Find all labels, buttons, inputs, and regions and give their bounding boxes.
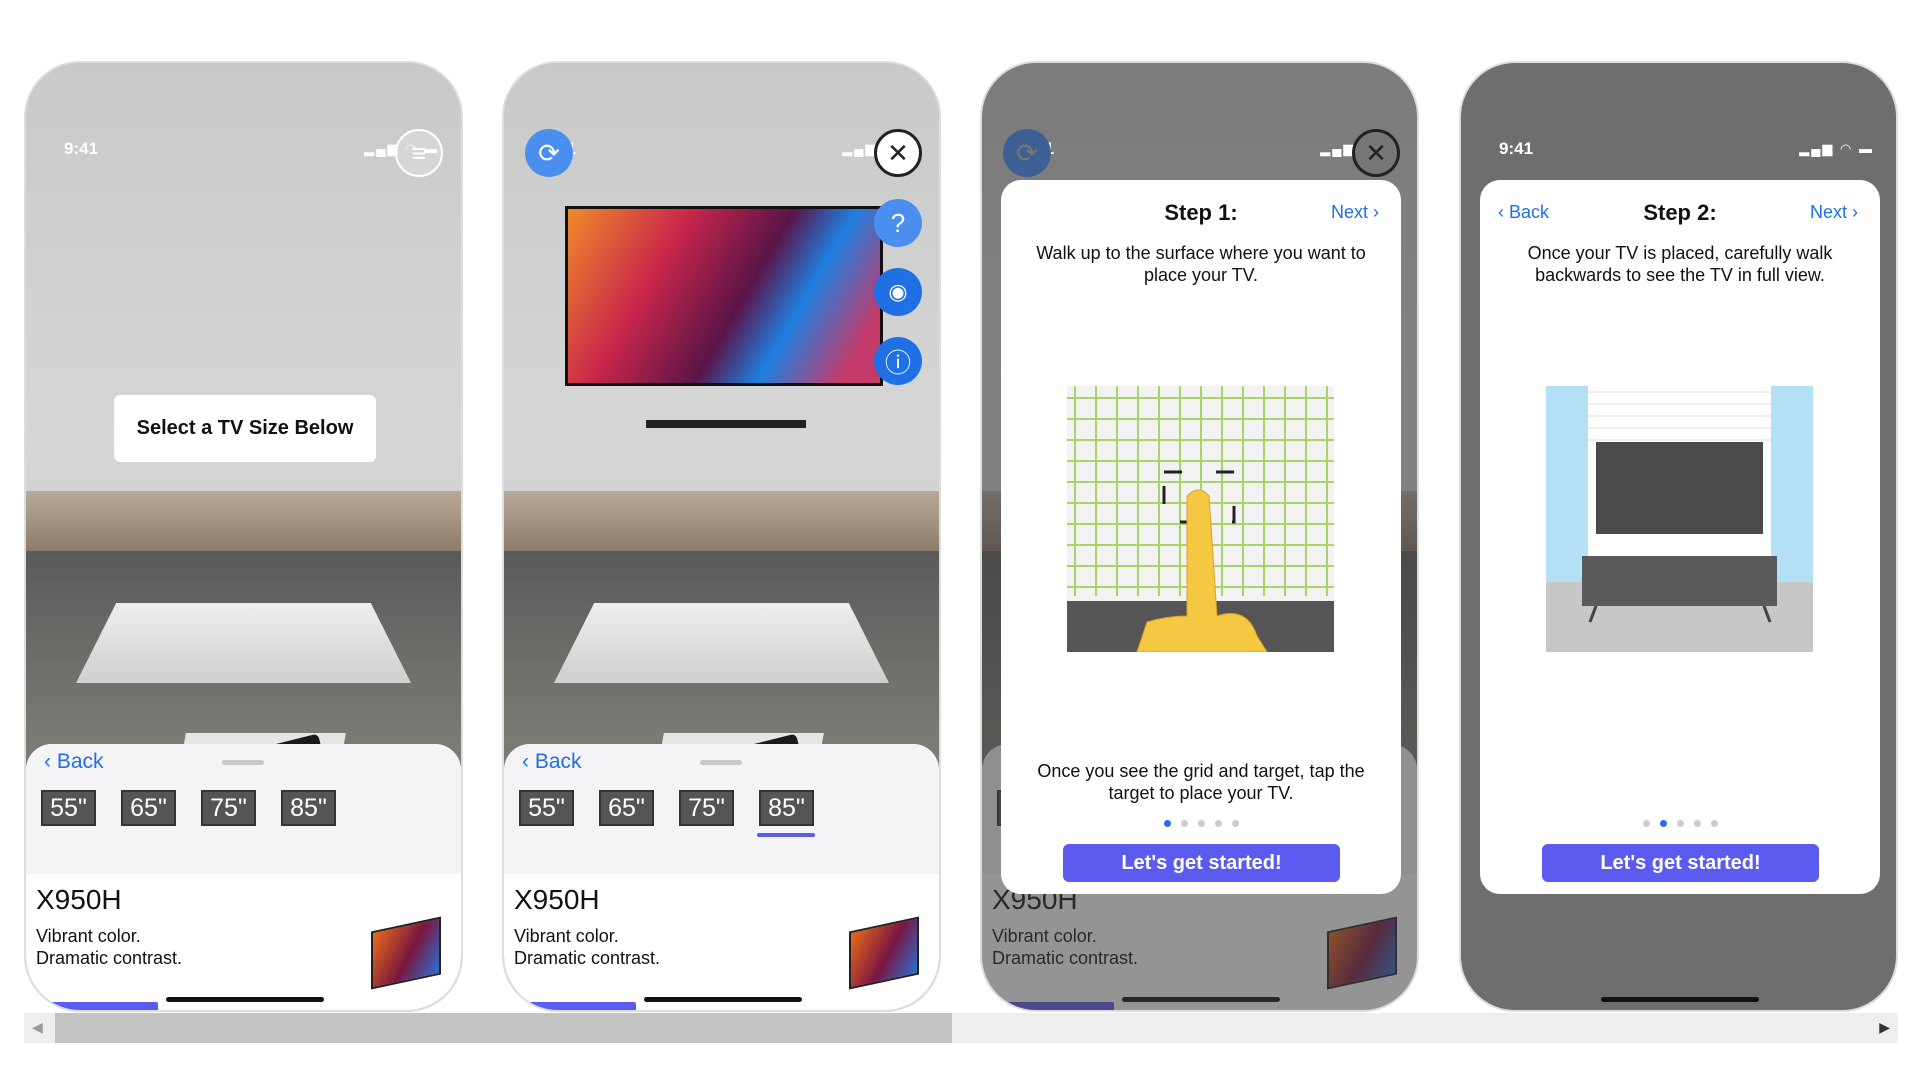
camera-icon[interactable]: ◉ [874,268,922,316]
virtual-tv[interactable] [565,206,883,386]
size-button-65[interactable]: 65" [121,790,176,826]
screen-tv-placed: 9:41▂▄▆ ◠ ▬ ⟳ ✕ ? ◉ ⓘ ‹ Back 55"65"75"85… [502,61,941,1012]
tagline-1: Vibrant color. [36,926,141,946]
size-button-85[interactable]: 85" [281,790,336,826]
sheet-grabber[interactable] [700,760,742,765]
step-description: Once your TV is placed, carefully walk b… [1527,243,1833,285]
page-dot[interactable] [1231,820,1239,827]
back-button[interactable]: ‹ Back [44,750,104,774]
model-name: X950H [514,884,600,915]
page-dot[interactable] [1642,820,1650,827]
screen-select-size: 9:41 ▂▄▆ ◠ ▬ ≡ Select a TV Size Below ‹ B… [24,61,463,1012]
refresh-icon[interactable]: ⟳ [1003,129,1051,177]
page-dot[interactable] [1163,820,1171,827]
get-started-button[interactable]: Let's get started! [1542,844,1819,882]
screen-step-2: 9:41 ▂▄▆ ◠ ▬ ‹ Back Step 2: Next › Once y… [1459,61,1898,1012]
tagline-2: Dramatic contrast. [514,948,661,968]
back-label: Back [56,750,104,773]
tagline-2: Dramatic contrast. [36,948,183,968]
close-icon[interactable]: ✕ [874,129,922,177]
size-button-75[interactable]: 75" [679,790,734,826]
product-sheet: ‹ Back 55" 65" 75" 85" X950H Vibrant color.… [26,744,461,1010]
step-description: Walk up to the surface where you want to… [1036,243,1366,285]
status-icons: ▂▄▆ ◠ ▬ [1799,141,1874,156]
page-dot[interactable] [1180,820,1188,827]
home-indicator [166,997,324,1002]
sheet-grabber[interactable] [222,760,264,765]
tv-thumbnail [849,916,919,990]
tagline-1: Vibrant color. [514,926,619,946]
page-dot[interactable] [1197,820,1205,827]
page-dot[interactable] [1676,820,1684,827]
step-illustration [1546,386,1813,652]
horizontal-scrollbar[interactable]: ◀ ▶ [24,1013,1898,1043]
step-illustration [1067,386,1334,652]
page-indicator [1001,814,1401,832]
size-button-55[interactable]: 55" [519,790,574,826]
next-button[interactable]: Next › [1810,202,1858,223]
home-indicator [644,997,802,1002]
product-specs-button[interactable]: Product Specsⓘ [36,1002,158,1010]
select-size-prompt: Select a TV Size Below [114,395,376,462]
next-button[interactable]: Next › [1331,202,1379,223]
next-label: Next [1330,202,1368,222]
refresh-icon[interactable]: ⟳ [525,129,573,177]
onboarding-modal: Step 1: Next › Walk up to the surface wh… [1001,180,1401,894]
page-dot[interactable] [1710,820,1718,827]
home-indicator [1601,997,1759,1002]
model-name: X950H [36,884,122,915]
get-started-button[interactable]: Let's get started! [1063,844,1340,882]
product-sheet: ‹ Back 55" 65" 75" 85" X950H Vibrant color.… [504,744,939,1010]
scroll-left-arrow-icon[interactable]: ◀ [32,1019,43,1036]
step-instruction: Once you see the grid and target, tap th… [1037,761,1365,803]
page-dot[interactable] [1659,820,1667,827]
tv-thumbnail [371,916,441,990]
help-icon[interactable]: ? [874,199,922,247]
onboarding-modal: ‹ Back Step 2: Next › Once your TV is pl… [1480,180,1880,894]
scrollbar-thumb[interactable] [55,1013,952,1043]
page-indicator [1480,814,1880,832]
page-dot[interactable] [1693,820,1701,827]
scroll-right-arrow-icon[interactable]: ▶ [1879,1019,1890,1036]
screen-step-1: ‹ Back 55"65"75"85" X950H Vibrant color.… [980,61,1419,1012]
selected-size-indicator [757,833,815,837]
size-button-75[interactable]: 75" [201,790,256,826]
product-specs-button[interactable]: Product Specsⓘ [514,1002,636,1010]
size-button-55[interactable]: 55" [41,790,96,826]
size-button-85[interactable]: 85" [759,790,814,826]
page-dot[interactable] [1214,820,1222,827]
back-button[interactable]: ‹ Back [522,750,582,774]
size-button-65[interactable]: 65" [599,790,654,826]
soundbar [646,420,806,428]
status-time: 9:41 [1499,139,1534,158]
back-label: Back [534,750,582,773]
close-icon[interactable]: ✕ [1352,129,1400,177]
next-label: Next [1809,202,1847,222]
menu-icon[interactable]: ≡ [395,129,443,177]
info-icon[interactable]: ⓘ [874,337,922,385]
status-time: 9:41 [64,139,99,158]
